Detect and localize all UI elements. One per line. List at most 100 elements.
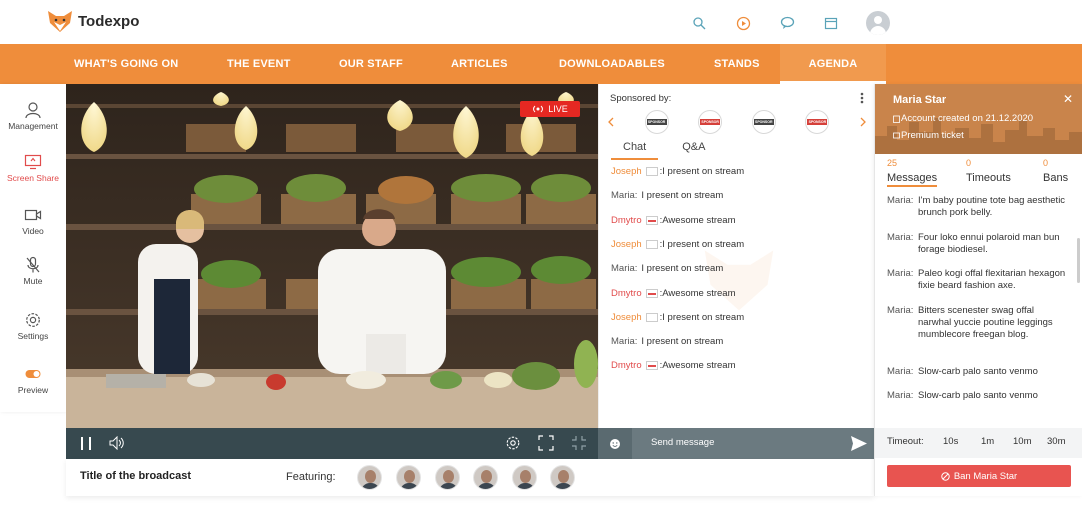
chat-tabs: Chat Q&A — [611, 141, 717, 160]
nav-item-our-staff[interactable]: OUR STAFF — [339, 44, 403, 84]
search-icon[interactable] — [690, 14, 708, 32]
featured-avatar[interactable] — [550, 465, 575, 490]
timeout-option-10s[interactable]: 10s — [943, 436, 958, 447]
sidebar-item-preview[interactable]: Preview — [0, 365, 66, 395]
nav-item-agenda[interactable]: AGENDA — [780, 44, 886, 84]
sidebar-item-label: Video — [22, 226, 44, 236]
sponsor-logo[interactable]: SPONSOR — [644, 110, 669, 134]
tab-messages[interactable]: Messages — [887, 172, 938, 187]
logo[interactable]: Todexpo — [46, 9, 139, 33]
chat-text: I present on stream — [662, 166, 745, 177]
video-player[interactable] — [66, 84, 598, 428]
chat-author[interactable]: Maria: — [611, 190, 637, 201]
sponsor-logo[interactable]: SPONSOR — [751, 110, 776, 134]
live-badge: LIVE — [520, 101, 580, 117]
nav-item-whats-going-on[interactable]: WHAT'S GOING ON — [74, 44, 178, 84]
nav-item-stands[interactable]: STANDS — [714, 44, 760, 84]
sidebar: Management Screen Share Video Mute Setti… — [0, 84, 66, 412]
more-icon[interactable] — [860, 92, 864, 104]
chat-author[interactable]: Joseph — [611, 312, 642, 323]
fullscreen-icon[interactable] — [538, 435, 554, 451]
tab-bans[interactable]: Bans — [1043, 172, 1068, 184]
featured-avatar[interactable] — [512, 465, 537, 490]
sponsor-carousel: SPONSOR SPONSOR SPONSOR SPONSOR — [607, 110, 867, 134]
chat-message: Maria: I present on stream — [611, 336, 723, 347]
featured-avatar[interactable] — [473, 465, 498, 490]
video-icon — [24, 209, 42, 221]
fox-logo-icon — [48, 11, 72, 32]
volume-icon[interactable] — [109, 436, 125, 450]
video-frame-image — [66, 84, 598, 428]
tab-qa[interactable]: Q&A — [670, 141, 717, 160]
sponsor-logo[interactable]: SPONSOR — [805, 110, 830, 134]
calendar-small-icon — [893, 115, 900, 123]
chat-author[interactable]: Dmytro — [611, 215, 642, 226]
chat-text: I present on stream — [662, 238, 745, 250]
sidebar-item-label: Screen Share — [7, 173, 59, 183]
sidebar-item-management[interactable]: Management — [0, 101, 66, 131]
nav-item-articles[interactable]: ARTICLES — [451, 44, 508, 84]
timeout-option-30m[interactable]: 30m — [1047, 436, 1065, 447]
sidebar-item-video[interactable]: Video — [0, 206, 66, 236]
emoji-button[interactable] — [598, 428, 632, 459]
nav-item-downloadables[interactable]: DOWNLOADABLES — [559, 44, 665, 84]
chat-author[interactable]: Maria: — [611, 336, 637, 347]
featured-avatar[interactable] — [435, 465, 460, 490]
play-icon[interactable] — [734, 14, 752, 32]
top-bar: Todexpo — [0, 0, 1082, 44]
chat-author[interactable]: Joseph — [611, 239, 642, 250]
chat-message: Joseph: I present on stream — [611, 166, 744, 177]
sidebar-item-screen-share[interactable]: Screen Share — [0, 153, 66, 183]
sidebar-item-mute[interactable]: Mute — [0, 256, 66, 286]
chevron-left-icon[interactable] — [607, 117, 615, 127]
user-profile-panel: Maria Star ✕ Account created on 21.12.20… — [874, 84, 1082, 496]
screen-share-icon — [24, 154, 42, 170]
chevron-right-icon[interactable] — [859, 117, 867, 127]
chat-message: Joseph: I present on stream — [611, 312, 744, 323]
chat-message: Dmytro: Awesome stream — [611, 288, 735, 299]
ban-button[interactable]: Ban Maria Star — [887, 465, 1071, 487]
chat-text: I present on stream — [641, 190, 724, 202]
calendar-icon[interactable] — [822, 14, 840, 32]
timeout-option-10m[interactable]: 10m — [1013, 436, 1031, 447]
pause-icon[interactable] — [80, 436, 92, 451]
featured-avatar[interactable] — [357, 465, 382, 490]
messages-count: 25 — [887, 158, 898, 168]
chat-author[interactable]: Maria: — [611, 263, 637, 274]
timeout-option-1m[interactable]: 1m — [981, 436, 994, 447]
chat-message: Joseph: I present on stream — [611, 239, 744, 250]
close-icon[interactable]: ✕ — [1063, 92, 1073, 106]
chat-message: Maria: I present on stream — [611, 190, 723, 201]
profile-name: Maria Star — [893, 94, 947, 106]
broadcast-title: Title of the broadcast — [80, 470, 192, 482]
badge-icon — [645, 288, 658, 298]
gear-icon — [26, 313, 40, 327]
toggle-icon — [25, 370, 41, 378]
chat-author[interactable]: Dmytro — [611, 360, 642, 371]
badge-icon — [645, 312, 658, 322]
chat-text: Awesome stream — [662, 214, 736, 226]
sidebar-item-label: Preview — [17, 385, 49, 395]
chat-icon[interactable] — [778, 14, 796, 32]
chat-author[interactable]: Joseph — [611, 166, 642, 177]
tab-timeouts[interactable]: Timeouts — [966, 172, 1011, 184]
sponsor-logo[interactable]: SPONSOR — [698, 110, 723, 134]
chat-input-bar: Send message — [598, 428, 874, 459]
scrollbar[interactable] — [1077, 238, 1080, 283]
timeout-bar: Timeout: 10s 1m 10m 30m — [875, 428, 1082, 458]
main-nav: WHAT'S GOING ON THE EVENT OUR STAFF ARTI… — [0, 44, 1082, 84]
sidebar-item-label: Management — [8, 121, 58, 131]
chat-author[interactable]: Dmytro — [611, 288, 642, 299]
nav-item-the-event[interactable]: THE EVENT — [227, 44, 291, 84]
message-input[interactable]: Send message — [651, 437, 714, 448]
user-avatar[interactable] — [866, 11, 890, 35]
featured-avatar[interactable] — [396, 465, 421, 490]
video-settings-icon[interactable] — [505, 435, 521, 451]
chat-message: Maria: I present on stream — [611, 263, 723, 274]
send-icon[interactable] — [850, 435, 868, 452]
sidebar-item-settings[interactable]: Settings — [0, 311, 66, 341]
exit-fullscreen-icon[interactable] — [571, 435, 587, 451]
timeouts-count: 0 — [966, 158, 972, 168]
tab-chat[interactable]: Chat — [611, 141, 659, 160]
fox-watermark-icon — [704, 250, 774, 311]
